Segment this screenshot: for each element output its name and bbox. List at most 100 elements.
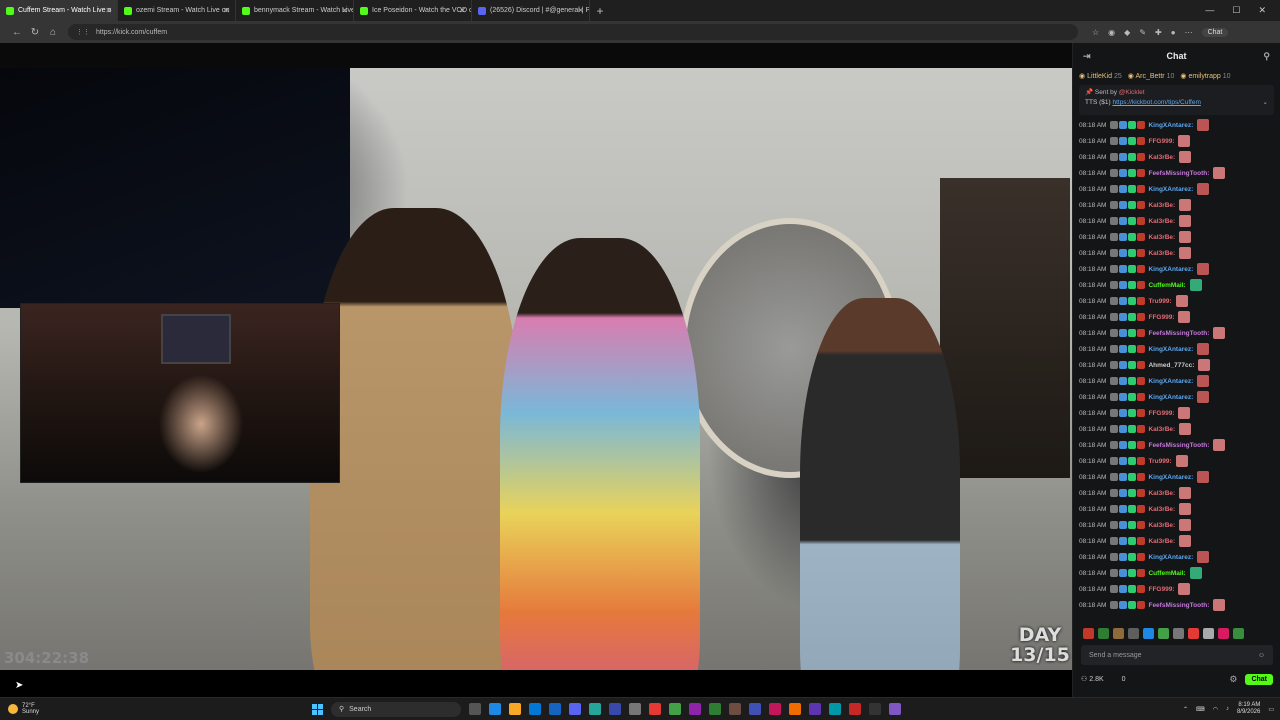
browser-tab[interactable]: Cuffem Stream - Watch Live o ✕ <box>0 0 118 21</box>
reload-icon[interactable]: ↻ <box>26 27 44 38</box>
message-username[interactable]: KingXAntarez: <box>1148 346 1193 353</box>
network-icon[interactable]: ⌨ <box>1196 706 1205 713</box>
message-username[interactable]: FeefsMissingTooth: <box>1148 330 1209 337</box>
message-username[interactable]: Kal3rBe: <box>1148 506 1175 513</box>
app-icon[interactable] <box>669 703 681 715</box>
message-username[interactable]: Ahmed_777cc: <box>1148 362 1194 369</box>
message-username[interactable]: FFG999: <box>1148 138 1174 145</box>
gear-icon[interactable]: ⚙ <box>1229 674 1237 685</box>
message-username[interactable]: Kal3rBe: <box>1148 202 1175 209</box>
app-icon[interactable] <box>849 703 861 715</box>
message-username[interactable]: Kal3rBe: <box>1148 218 1175 225</box>
message-username[interactable]: FeefsMissingTooth: <box>1148 442 1209 449</box>
message-username[interactable]: FeefsMissingTooth: <box>1148 602 1209 609</box>
browser-tab[interactable]: Ice Poseidon - Watch the VOD on ✕ <box>354 0 472 21</box>
message-username[interactable]: FFG999: <box>1148 586 1174 593</box>
message-username[interactable]: KingXAntarez: <box>1148 266 1193 273</box>
app-icon[interactable] <box>569 703 581 715</box>
message-username[interactable]: Kal3rBe: <box>1148 250 1175 257</box>
message-username[interactable]: Kal3rBe: <box>1148 522 1175 529</box>
extension-icon[interactable]: ◆ <box>1124 28 1130 37</box>
site-info-icon[interactable]: ⋮⋮ <box>76 28 90 36</box>
menu-icon[interactable]: ⋯ <box>1185 28 1193 37</box>
emote-icon[interactable] <box>1158 628 1169 639</box>
chat-input[interactable]: Send a message ☺ <box>1081 645 1273 665</box>
message-username[interactable]: KingXAntarez: <box>1148 378 1193 385</box>
chevron-down-icon[interactable]: ⌄ <box>1263 98 1268 106</box>
puzzle-icon[interactable]: ✚ <box>1155 28 1162 37</box>
message-username[interactable]: KingXAntarez: <box>1148 186 1193 193</box>
app-icon[interactable] <box>829 703 841 715</box>
close-icon[interactable]: ✕ <box>1258 5 1266 16</box>
taskbar-search[interactable]: ⚲ Search <box>331 701 461 717</box>
browser-tab[interactable]: ozemi Stream - Watch Live on ✕ <box>118 0 236 21</box>
message-username[interactable]: Kal3rBe: <box>1148 154 1175 161</box>
close-tab-icon[interactable]: ✕ <box>105 6 112 15</box>
chat-users-icon[interactable]: ⚲ <box>1263 51 1270 62</box>
new-tab-button[interactable]: + <box>590 4 610 18</box>
message-username[interactable]: Kal3rBe: <box>1148 538 1175 545</box>
chevron-up-icon[interactable]: ⌃ <box>1183 706 1188 713</box>
message-username[interactable]: FeefsMissingTooth: <box>1148 170 1209 177</box>
app-icon[interactable] <box>729 703 741 715</box>
browser-tab[interactable]: (26526) Discord | #@general | Pu ✕ <box>472 0 590 21</box>
message-username[interactable]: Tru999: <box>1148 458 1171 465</box>
bookmark-star-icon[interactable]: ☆ <box>1092 28 1099 37</box>
emote-icon[interactable] <box>1203 628 1214 639</box>
chat-toolbar-button[interactable]: Chat <box>1201 27 1229 37</box>
video-player[interactable]: 304:22:38 DAY 13/15 <box>0 43 1072 697</box>
start-icon[interactable] <box>312 703 323 715</box>
message-username[interactable]: KingXAntarez: <box>1148 474 1193 481</box>
back-icon[interactable]: ← <box>8 27 26 38</box>
url-field[interactable]: ⋮⋮ https://kick.com/cuffem <box>68 24 1078 40</box>
close-tab-icon[interactable]: ✕ <box>341 6 348 15</box>
app-icon[interactable] <box>709 703 721 715</box>
app-icon[interactable] <box>529 703 541 715</box>
message-username[interactable]: Kal3rBe: <box>1148 426 1175 433</box>
message-username[interactable]: Kal3rBe: <box>1148 234 1175 241</box>
message-username[interactable]: Tru999: <box>1148 298 1171 305</box>
app-icon[interactable] <box>789 703 801 715</box>
extension-icon[interactable]: ✎ <box>1139 28 1146 37</box>
emote-icon[interactable] <box>1173 628 1184 639</box>
wifi-icon[interactable]: ◠ <box>1213 706 1218 713</box>
collapse-chat-icon[interactable]: ⇥ <box>1083 51 1091 62</box>
emote-icon[interactable] <box>1188 628 1199 639</box>
volume-icon[interactable]: ♪ <box>1226 706 1229 712</box>
weather-widget[interactable]: 72°F Sunny <box>0 703 39 715</box>
leaderboard-entry[interactable]: ◉ emilytrapp 10 <box>1180 72 1230 80</box>
emote-icon[interactable] <box>1113 628 1124 639</box>
task-view-icon[interactable] <box>469 703 481 715</box>
minimize-icon[interactable]: — <box>1205 5 1214 16</box>
leaderboard-entry[interactable]: ◉ Arc_Bettr 10 <box>1128 72 1175 80</box>
app-icon[interactable] <box>489 703 501 715</box>
message-username[interactable]: FFG999: <box>1148 314 1174 321</box>
send-chat-button[interactable]: Chat <box>1245 673 1273 685</box>
close-tab-icon[interactable]: ✕ <box>223 6 230 15</box>
tts-link[interactable]: https://kickbot.com/tips/Cuffem <box>1112 99 1200 106</box>
close-tab-icon[interactable]: ✕ <box>459 6 466 15</box>
leaderboard-entry[interactable]: ◉ LittleKid 25 <box>1079 72 1122 80</box>
emote-icon[interactable] <box>1098 628 1109 639</box>
close-tab-icon[interactable]: ✕ <box>577 6 584 15</box>
maximize-icon[interactable]: ☐ <box>1232 5 1240 16</box>
message-username[interactable]: KingXAntarez: <box>1148 122 1193 129</box>
app-icon[interactable] <box>749 703 761 715</box>
app-icon[interactable] <box>809 703 821 715</box>
browser-icon[interactable] <box>589 703 601 715</box>
app-icon[interactable] <box>769 703 781 715</box>
message-username[interactable]: KingXAntarez: <box>1148 554 1193 561</box>
emote-icon[interactable] <box>1143 628 1154 639</box>
emote-icon[interactable] <box>1233 628 1244 639</box>
file-explorer-icon[interactable] <box>509 703 521 715</box>
extension-icon[interactable]: ◉ <box>1108 28 1115 37</box>
message-username[interactable]: KingXAntarez: <box>1148 394 1193 401</box>
message-username[interactable]: FFG999: <box>1148 410 1174 417</box>
emote-icon[interactable] <box>1218 628 1229 639</box>
emote-icon[interactable] <box>1083 628 1094 639</box>
emote-icon[interactable] <box>1128 628 1139 639</box>
app-icon[interactable] <box>629 703 641 715</box>
notification-icon[interactable]: ▭ <box>1268 706 1274 713</box>
sent-by-user[interactable]: @Kicklet <box>1119 89 1145 96</box>
browser-tab[interactable]: bennymack Stream - Watch Live ✕ <box>236 0 354 21</box>
